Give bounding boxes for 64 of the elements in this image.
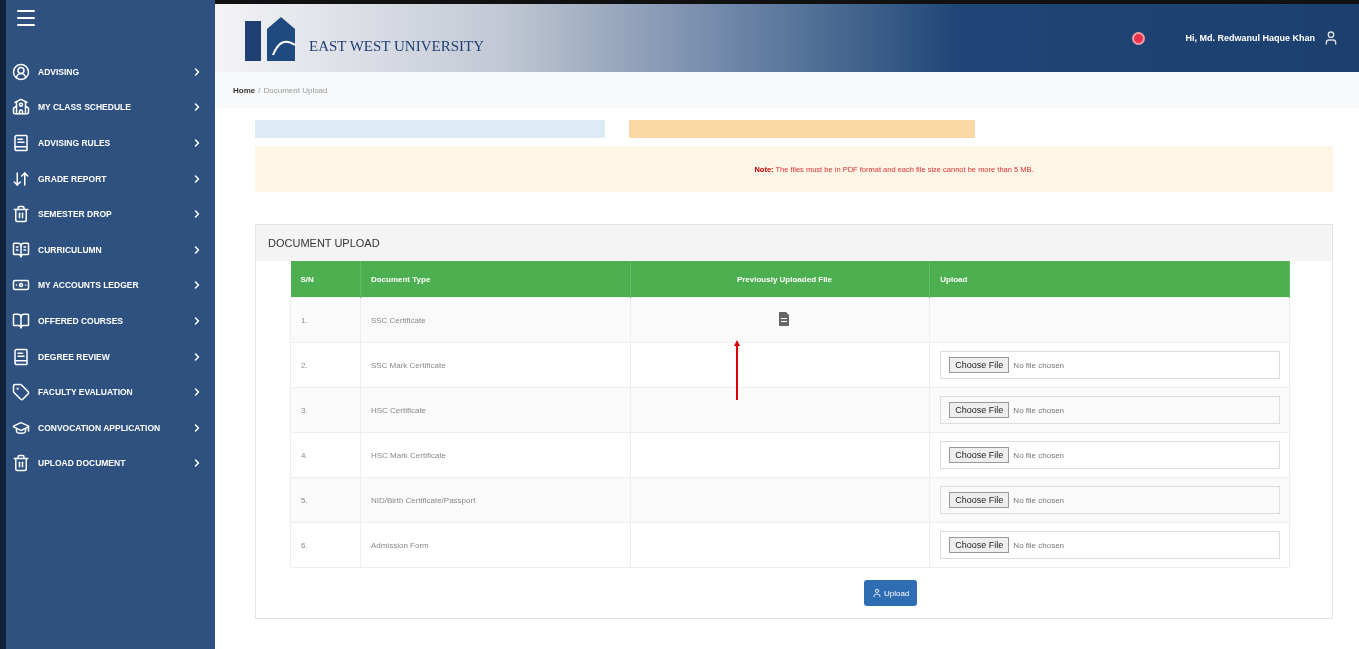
sidebar-item[interactable]: MY CLASS SCHEDULE xyxy=(6,89,215,126)
user-icon[interactable] xyxy=(1323,30,1339,46)
file-status: No file chosen xyxy=(1013,450,1065,460)
sidebar-item[interactable]: FACULTY EVALUATION xyxy=(6,374,215,410)
file-status: No file chosen xyxy=(1013,360,1065,370)
file-input-field[interactable]: Choose File No file chosen xyxy=(940,351,1280,379)
sidebar-item[interactable]: UPLOAD DOCUMENT xyxy=(6,445,215,482)
table-cell: NID/Birth Certificate/Passport xyxy=(360,477,631,523)
book-icon xyxy=(12,134,30,152)
table-cell: SSC Certificate xyxy=(360,297,631,343)
sidebar-item[interactable]: GRADE REPORT xyxy=(6,160,215,197)
breadcrumb-separator: / xyxy=(258,85,261,95)
notification-dot[interactable] xyxy=(1132,31,1146,45)
column-header: S/N xyxy=(290,261,361,298)
file-status: No file chosen xyxy=(1013,540,1065,550)
column-header: Upload xyxy=(929,261,1290,298)
upload-button[interactable]: Upload xyxy=(864,580,918,606)
user-greeting: Hi, Md. Redwanul Haque Khan xyxy=(1185,33,1315,43)
file-input-field[interactable]: Choose File No file chosen xyxy=(940,396,1280,424)
choose-file-button[interactable]: Choose File xyxy=(949,357,1010,373)
table-cell: 5. xyxy=(290,477,361,523)
file-status: No file chosen xyxy=(1013,495,1065,505)
choose-file-button[interactable]: Choose File xyxy=(949,537,1010,553)
table-cell: 3. xyxy=(290,387,361,433)
book-icon xyxy=(12,347,30,366)
file-input-field[interactable]: Choose File No file chosen xyxy=(940,486,1280,514)
table-cell: SSC Mark Certificate xyxy=(360,342,631,388)
sidebar-item[interactable]: ADVISING xyxy=(6,54,215,90)
annotation-arrow xyxy=(734,340,740,400)
choose-file-button[interactable]: Choose File xyxy=(949,402,1010,418)
sidebar-item[interactable]: SEMESTER DROP xyxy=(6,196,215,232)
open-book-icon xyxy=(12,311,30,330)
tag-icon xyxy=(12,383,30,402)
table-cell: 6. xyxy=(290,522,361,568)
table-cell: 2. xyxy=(290,342,361,388)
file-input-field[interactable]: Choose File No file chosen xyxy=(940,441,1280,469)
user-icon xyxy=(872,588,882,598)
table-cell: HSC Certificate xyxy=(360,387,631,433)
choose-file-button[interactable]: Choose File xyxy=(949,447,1010,463)
table-cell: 1. xyxy=(290,297,361,343)
sidebar-item[interactable]: ADVISING RULES xyxy=(6,125,215,161)
school-icon xyxy=(12,98,30,117)
column-header: Document Type xyxy=(360,261,631,298)
breadcrumb-link[interactable]: Home xyxy=(233,85,256,95)
panel-title: DOCUMENT UPLOAD xyxy=(256,225,1332,261)
sidebar-item[interactable]: DEGREE REVIEW xyxy=(6,338,215,375)
table-cell: 4. xyxy=(290,432,361,478)
breadcrumb-current: Document Upload xyxy=(263,85,328,95)
file-status: No file chosen xyxy=(1013,405,1065,415)
university-name: EAST WEST UNIVERSITY xyxy=(309,37,484,55)
sort-icon xyxy=(12,169,30,188)
sidebar-item[interactable]: CURRICULUMN xyxy=(6,231,215,268)
choose-file-button[interactable]: Choose File xyxy=(949,492,1010,508)
file-icon[interactable] xyxy=(779,312,790,326)
trash-icon xyxy=(12,454,30,473)
column-header: Previously Uploaded File xyxy=(630,261,930,298)
reader-icon xyxy=(12,240,30,259)
sidebar-item[interactable]: CONVOCATION APPLICATION xyxy=(6,409,215,446)
table-cell: Admission Form xyxy=(360,522,631,568)
sidebar-item[interactable]: OFFERED COURSES xyxy=(6,303,215,339)
table-cell: HSC Mark Certificate xyxy=(360,432,631,478)
file-input-field[interactable]: Choose File No file chosen xyxy=(940,531,1280,559)
trash-icon xyxy=(12,205,30,224)
sidebar-item[interactable]: MY ACCOUNTS LEDGER xyxy=(6,267,215,304)
